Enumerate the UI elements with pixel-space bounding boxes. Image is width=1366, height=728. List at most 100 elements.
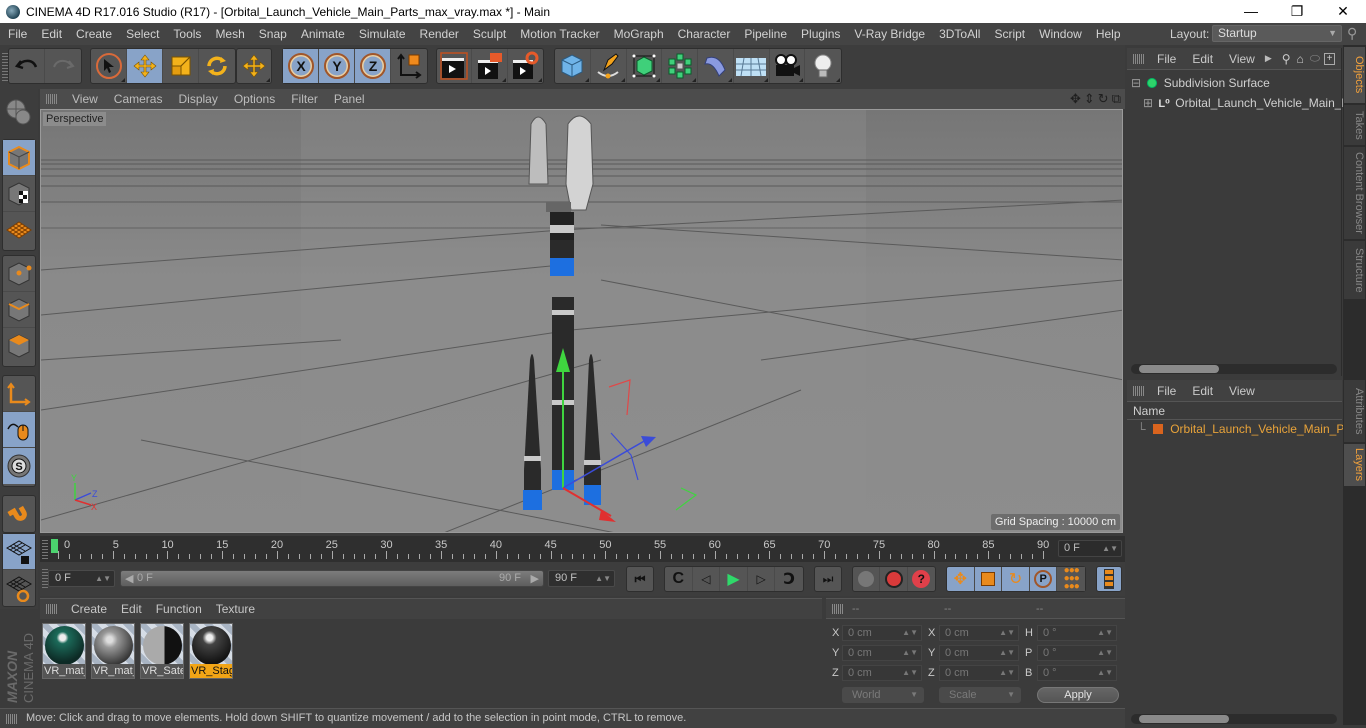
tab-structure[interactable]: Structure [1344, 241, 1365, 299]
close-button[interactable]: ✕ [1320, 0, 1366, 23]
size-y-field[interactable]: 0 cm ▲▼ [939, 645, 1019, 661]
maximize-button[interactable]: ❐ [1274, 0, 1320, 23]
material-swatch[interactable]: VR_Sate [140, 623, 184, 679]
live-selection-button[interactable] [91, 49, 127, 83]
menu-motion-tracker[interactable]: Motion Tracker [513, 23, 606, 45]
menu-sculpt[interactable]: Sculpt [466, 23, 513, 45]
objects-menu-edit[interactable]: Edit [1184, 52, 1221, 66]
solo-mode-button[interactable]: S [3, 448, 35, 484]
filter-icon[interactable]: ⬭ [1310, 51, 1320, 66]
objects-menu-file[interactable]: File [1149, 52, 1184, 66]
coordinate-system-button[interactable] [391, 49, 427, 83]
new-window-icon[interactable]: + [1324, 52, 1336, 65]
make-editable-button[interactable] [2, 93, 34, 129]
render-settings-button[interactable] [508, 49, 543, 83]
menu-plugins[interactable]: Plugins [794, 23, 847, 45]
light-button[interactable] [805, 49, 841, 83]
range-left-arrow-icon[interactable]: ◀ [125, 572, 133, 585]
previous-frame-button[interactable]: ◁ [693, 567, 721, 591]
search-icon[interactable]: ⚲ [1282, 52, 1291, 66]
render-to-picture-viewer-button[interactable] [472, 49, 508, 83]
tweak-mode-button[interactable] [3, 412, 35, 448]
pan-view-icon[interactable]: ✥ [1070, 91, 1081, 107]
texture-mode-button[interactable] [3, 176, 35, 212]
menu-animate[interactable]: Animate [294, 23, 352, 45]
minimize-button[interactable]: — [1228, 0, 1274, 23]
timeline-ruler[interactable]: 0 5 10 15 20 25 30 35 40 45 50 55 60 65 70 75 80 85 90 [40, 536, 1125, 562]
material-swatch[interactable]: VR_mat_ [42, 623, 86, 679]
objects-menu-view[interactable]: View [1221, 52, 1263, 66]
layers-column-name[interactable]: Name [1127, 402, 1342, 420]
material-menu-function[interactable]: Function [149, 602, 209, 616]
x-axis-lock-button[interactable]: X [283, 49, 319, 83]
workplane-mode-button[interactable] [3, 212, 35, 248]
menu-file[interactable]: File [0, 23, 34, 45]
material-menu-texture[interactable]: Texture [209, 602, 262, 616]
panel-grip[interactable] [6, 714, 18, 724]
menu-create[interactable]: Create [69, 23, 119, 45]
home-icon[interactable]: ⌂ [1297, 52, 1304, 66]
rotate-tool-button[interactable] [199, 49, 235, 83]
menu-edit[interactable]: Edit [34, 23, 69, 45]
rotation-p-field[interactable]: 0 ° ▲▼ [1037, 645, 1117, 661]
workplane-axis-button[interactable] [3, 570, 35, 606]
position-x-field[interactable]: 0 cm ▲▼ [842, 625, 922, 641]
panel-grip[interactable] [46, 604, 58, 614]
panel-grip[interactable] [832, 604, 844, 614]
subdivision-surface-button[interactable] [627, 49, 663, 83]
menu-help[interactable]: Help [1089, 23, 1128, 45]
tab-takes[interactable]: Takes [1344, 105, 1365, 145]
toggle-layout-icon[interactable]: ⧉ [1112, 91, 1121, 107]
scale-tool-button[interactable] [163, 49, 199, 83]
floor-button[interactable] [734, 49, 770, 83]
frame-range-slider[interactable]: ◀ 0 F 90 F ▶ [120, 570, 544, 587]
dolly-view-icon[interactable]: ⇕ [1084, 91, 1095, 107]
redo-button[interactable] [45, 49, 81, 83]
current-frame-field[interactable]: 0 F ▲▼ [1058, 540, 1122, 557]
coordinate-mode-dropdown[interactable]: World ▼ [842, 687, 924, 703]
autokey-button[interactable] [880, 567, 908, 591]
menu-mograph[interactable]: MoGraph [607, 23, 671, 45]
material-menu-create[interactable]: Create [64, 602, 114, 616]
go-to-start-button[interactable]: ⏮ [627, 567, 653, 591]
material-swatch[interactable]: VR_mat_ [91, 623, 135, 679]
go-to-end-button[interactable]: ⏭ [815, 567, 841, 591]
y-axis-lock-button[interactable]: Y [319, 49, 355, 83]
menu-window[interactable]: Window [1032, 23, 1089, 45]
workplane-lock-button[interactable] [3, 534, 35, 570]
material-swatch-selected[interactable]: VR_Stag [189, 623, 233, 679]
timeline-grip[interactable] [42, 539, 48, 559]
next-frame-button[interactable]: ▷ [748, 567, 776, 591]
size-x-field[interactable]: 0 cm ▲▼ [939, 625, 1019, 641]
axis-mode-button[interactable] [3, 376, 35, 412]
position-y-field[interactable]: 0 cm ▲▼ [842, 645, 922, 661]
keyframe-selection-button[interactable]: ? [908, 567, 935, 591]
menu-script[interactable]: Script [987, 23, 1032, 45]
menu-3dtoall[interactable]: 3DToAll [932, 23, 987, 45]
collapse-icon[interactable]: ⊟ [1131, 76, 1141, 90]
points-mode-button[interactable] [3, 256, 35, 292]
menu-vray-bridge[interactable]: V-Ray Bridge [847, 23, 932, 45]
size-mode-dropdown[interactable]: Scale ▼ [939, 687, 1021, 703]
rotate-view-icon[interactable]: ↻ [1098, 91, 1109, 107]
previous-keyframe-button[interactable]: C [665, 567, 693, 591]
polygons-mode-button[interactable] [3, 328, 35, 364]
snap-button[interactable] [3, 496, 35, 532]
menu-render[interactable]: Render [413, 23, 466, 45]
end-frame-field[interactable]: 90 F ▲▼ [548, 570, 615, 587]
panel-grip[interactable] [46, 94, 58, 104]
menu-simulate[interactable]: Simulate [352, 23, 413, 45]
undo-button[interactable] [9, 49, 45, 83]
menu-pipeline[interactable]: Pipeline [737, 23, 794, 45]
tab-content-browser[interactable]: Content Browser [1344, 147, 1365, 239]
layers-horizontal-scrollbar[interactable] [1131, 714, 1337, 724]
menu-snap[interactable]: Snap [252, 23, 294, 45]
viewport-menu-cameras[interactable]: Cameras [106, 92, 171, 106]
layer-item[interactable]: └ Orbital_Launch_Vehicle_Main_Par [1137, 422, 1355, 436]
menu-character[interactable]: Character [671, 23, 738, 45]
viewport-menu-view[interactable]: View [64, 92, 106, 106]
material-menu-edit[interactable]: Edit [114, 602, 149, 616]
viewport-menu-panel[interactable]: Panel [326, 92, 373, 106]
search-icon[interactable]: ⚲ [1347, 25, 1357, 42]
tree-item-orbital-launch-vehicle[interactable]: ⊞ L⁰ Orbital_Launch_Vehicle_Main_Pa [1143, 96, 1356, 110]
